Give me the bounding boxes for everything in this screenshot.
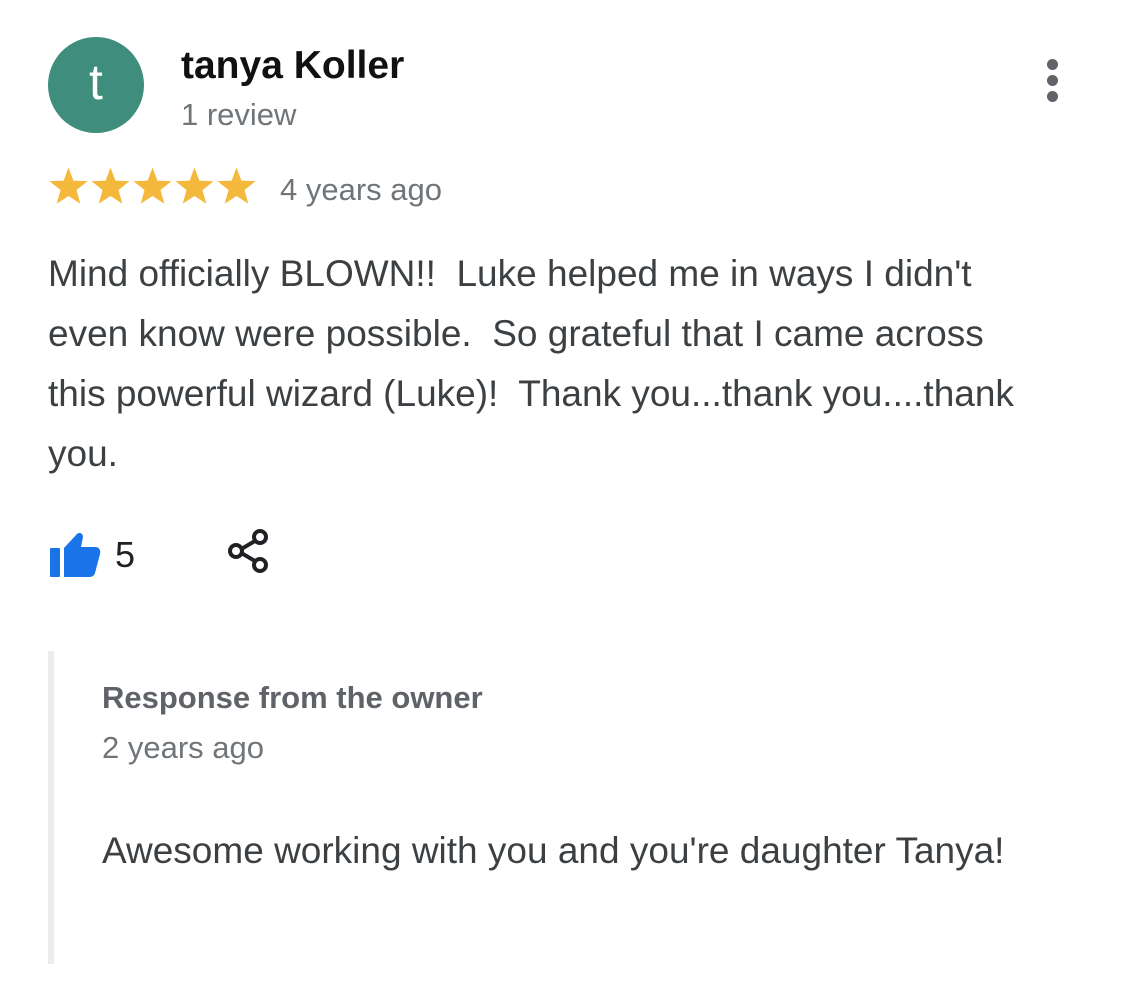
reviewer-avatar[interactable]: t: [48, 37, 144, 133]
star-rating: [48, 166, 257, 210]
share-icon: [228, 529, 268, 573]
like-button[interactable]: 5: [48, 530, 135, 580]
owner-response-title: Response from the owner: [102, 680, 483, 715]
reviewer-name[interactable]: tanya Koller: [181, 43, 404, 89]
review-text: Mind officially BLOWN!! Luke helped me i…: [48, 253, 1025, 474]
thumbs-up-icon: [50, 533, 101, 577]
owner-response-text: Awesome working with you and you're daug…: [102, 830, 1005, 871]
owner-response: Response from the owner 2 years ago Awes…: [48, 651, 1048, 964]
star-icon: [91, 167, 130, 204]
reviewer-review-count: 1 review: [181, 97, 297, 132]
owner-response-date: 2 years ago: [102, 730, 264, 765]
review-date: 4 years ago: [280, 172, 442, 207]
star-icon: [217, 167, 256, 204]
like-count: 5: [115, 534, 136, 575]
review-card: t tanya Koller 1 review 4 years ago Mind…: [0, 0, 1125, 989]
avatar-initial: t: [89, 54, 103, 110]
star-icon: [133, 167, 172, 204]
star-icon: [49, 167, 88, 204]
more-options-button[interactable]: [1033, 56, 1073, 104]
star-icon: [175, 167, 214, 204]
share-button[interactable]: [224, 526, 274, 576]
